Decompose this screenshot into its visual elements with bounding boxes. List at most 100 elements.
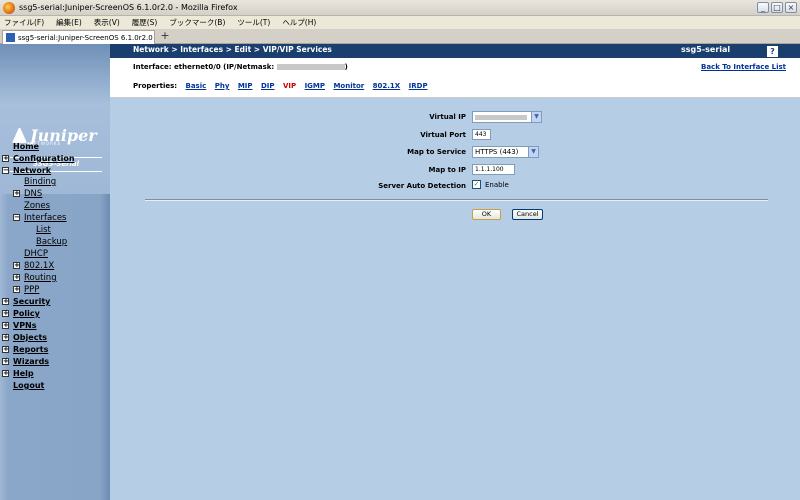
expand-security-icon[interactable]: +: [2, 298, 9, 305]
row-virtual-port: Virtual Port 443: [110, 129, 800, 143]
row-map-ip: Map to IP 1.1.1.100: [110, 164, 800, 178]
firefox-icon: [3, 1, 15, 14]
expand-configuration-icon[interactable]: +: [2, 155, 9, 162]
nav-wizards[interactable]: Wizards: [13, 357, 49, 366]
nav-objects[interactable]: Objects: [13, 333, 47, 342]
masked-netmask: [276, 64, 345, 70]
row-virtual-ip: Virtual IP ▼: [110, 111, 800, 125]
breadcrumb: Network > Interfaces > Edit > VIP/VIP Se…: [133, 45, 332, 54]
nav-binding[interactable]: Binding: [24, 177, 56, 187]
juniper-favicon-icon: [6, 33, 15, 42]
expand-objects-icon[interactable]: +: [2, 334, 9, 341]
chevron-down-icon: ▼: [531, 112, 541, 122]
expand-vpns-icon[interactable]: +: [2, 322, 9, 329]
nav-policy[interactable]: Policy: [13, 309, 40, 318]
nav-ppp[interactable]: PPP: [24, 285, 39, 295]
nav-vpns[interactable]: VPNs: [13, 321, 37, 330]
nav-interfaces[interactable]: Interfaces: [24, 213, 66, 223]
interface-info: Interface: ethernet0/0 (IP/Netmask: ): [133, 63, 348, 71]
prop-dip-link[interactable]: DIP: [261, 82, 275, 90]
prop-irdp-link[interactable]: IRDP: [409, 82, 428, 90]
map-ip-label: Map to IP: [428, 166, 466, 174]
expand-policy-icon[interactable]: +: [2, 310, 9, 317]
virtual-port-input[interactable]: 443: [472, 129, 491, 140]
menu-edit[interactable]: 編集(E): [56, 17, 82, 28]
main-content: Virtual IP ▼ Virtual Port 443 Map to Ser…: [110, 98, 800, 500]
map-service-label: Map to Service: [407, 148, 466, 156]
expand-ppp-icon[interactable]: +: [13, 286, 20, 293]
prop-mip-link[interactable]: MIP: [238, 82, 253, 90]
nav-help[interactable]: Help: [13, 369, 34, 378]
info-bar: Interface: ethernet0/0 (IP/Netmask: ) Ba…: [110, 58, 800, 98]
menu-tools[interactable]: ツール(T): [237, 17, 270, 28]
properties-label: Properties:: [133, 82, 178, 90]
nav-network[interactable]: Network: [13, 166, 51, 175]
prop-igmp-link[interactable]: IGMP: [305, 82, 325, 90]
nav-home[interactable]: Home: [13, 142, 39, 151]
nav-reports[interactable]: Reports: [13, 345, 48, 354]
expand-8021x-icon[interactable]: +: [13, 262, 20, 269]
menu-bar: ファイル(F) 編集(E) 表示(V) 履歴(S) ブックマーク(B) ツール(…: [0, 16, 800, 29]
menu-file[interactable]: ファイル(F): [4, 17, 44, 28]
menu-view[interactable]: 表示(V): [94, 17, 120, 28]
collapse-network-icon[interactable]: −: [2, 167, 9, 174]
menu-bookmarks[interactable]: ブックマーク(B): [169, 17, 225, 28]
nav-logout[interactable]: Logout: [13, 381, 44, 390]
help-button[interactable]: ?: [767, 46, 778, 57]
ok-button[interactable]: OK: [472, 209, 501, 220]
tab-label: ssg5-serial:Juniper-ScreenOS 6.1.0r2.0: [18, 33, 153, 42]
menu-history[interactable]: 履歴(S): [132, 17, 158, 28]
properties-nav: Properties: Basic Phy MIP DIP VIP IGMP M…: [133, 82, 428, 90]
chevron-down-icon: ▼: [528, 147, 538, 157]
prop-monitor-link[interactable]: Monitor: [333, 82, 364, 90]
prop-basic-link[interactable]: Basic: [186, 82, 207, 90]
new-tab-button[interactable]: +: [157, 30, 173, 44]
row-server-detect: Server Auto Detection ✓ Enable: [110, 180, 800, 194]
expand-reports-icon[interactable]: +: [2, 346, 9, 353]
virtual-ip-select[interactable]: ▼: [472, 111, 542, 123]
cancel-button[interactable]: Cancel: [512, 209, 543, 220]
tab-bar: ssg5-serial:Juniper-ScreenOS 6.1.0r2.0 +: [0, 29, 800, 44]
window-titlebar: ssg5-serial:Juniper-ScreenOS 6.1.0r2.0 -…: [0, 0, 800, 16]
expand-dns-icon[interactable]: +: [13, 190, 20, 197]
server-detect-label: Server Auto Detection: [378, 182, 466, 190]
page-header: Network > Interfaces > Edit > VIP/VIP Se…: [110, 44, 800, 58]
divider: [145, 199, 768, 201]
masked-virtual-ip: [475, 114, 527, 120]
expand-wizards-icon[interactable]: +: [2, 358, 9, 365]
back-to-interface-list-link[interactable]: Back To Interface List: [701, 63, 786, 71]
maximize-button[interactable]: □: [771, 2, 783, 13]
header-device-name: ssg5-serial: [681, 45, 731, 54]
nav-zones[interactable]: Zones: [24, 201, 50, 211]
map-ip-input[interactable]: 1.1.1.100: [472, 164, 515, 175]
interface-suffix: ): [344, 63, 348, 71]
expand-routing-icon[interactable]: +: [13, 274, 20, 281]
collapse-interfaces-icon[interactable]: −: [13, 214, 20, 221]
virtual-ip-label: Virtual IP: [429, 113, 466, 121]
nav-list[interactable]: List: [36, 225, 51, 235]
map-service-value: HTTPS (443): [475, 148, 519, 156]
prop-vip-link[interactable]: VIP: [283, 82, 296, 90]
nav-8021x[interactable]: 802.1X: [24, 261, 54, 271]
enable-label: Enable: [485, 180, 509, 189]
prop-phy-link[interactable]: Phy: [215, 82, 230, 90]
prop-8021x-link[interactable]: 802.1X: [373, 82, 401, 90]
menu-help[interactable]: ヘルプ(H): [282, 17, 316, 28]
nav-backup[interactable]: Backup: [36, 237, 67, 247]
nav-routing[interactable]: Routing: [24, 273, 57, 283]
browser-tab[interactable]: ssg5-serial:Juniper-ScreenOS 6.1.0r2.0: [2, 30, 155, 44]
juniper-logo-icon: [12, 128, 27, 143]
nav-dhcp[interactable]: DHCP: [24, 249, 48, 259]
expand-help-icon[interactable]: +: [2, 370, 9, 377]
row-map-service: Map to Service HTTPS (443) ▼: [110, 146, 800, 160]
close-button[interactable]: ×: [785, 2, 797, 13]
interface-label: Interface: ethernet0/0 (IP/Netmask:: [133, 63, 275, 71]
map-service-select[interactable]: HTTPS (443) ▼: [472, 146, 539, 158]
nav-dns[interactable]: DNS: [24, 189, 42, 199]
enable-checkbox[interactable]: ✓: [472, 180, 481, 189]
nav-configuration[interactable]: Configuration: [13, 154, 75, 163]
virtual-port-label: Virtual Port: [420, 131, 466, 139]
nav-security[interactable]: Security: [13, 297, 50, 306]
sidebar: Juniper NETWORKS SSG5-Serial Home + Conf…: [0, 44, 110, 500]
minimize-button[interactable]: _: [757, 2, 769, 13]
